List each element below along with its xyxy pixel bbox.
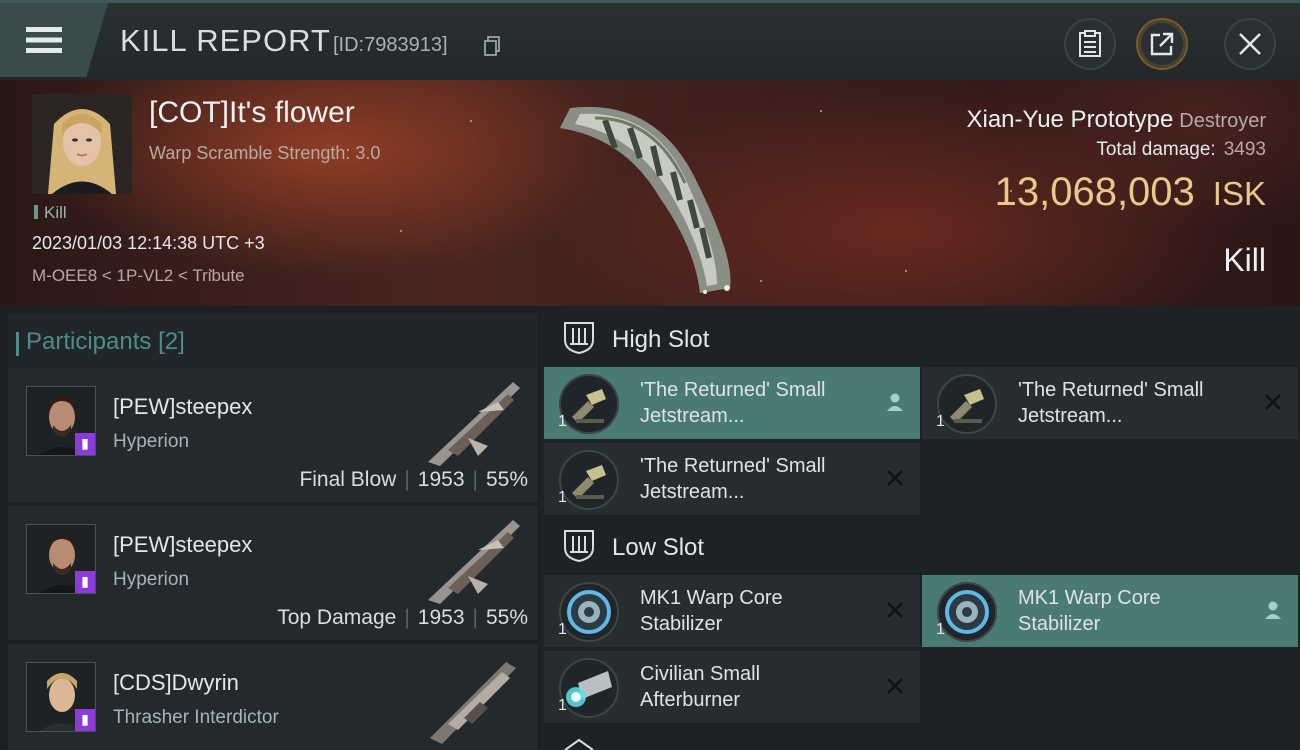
- participant-ship-image[interactable]: [418, 648, 528, 744]
- participant-row[interactable]: ▮ [PEW]steepex Hyperion Final Blow | 1953 |…: [8, 368, 538, 502]
- participant-damage: 1953: [417, 606, 465, 629]
- participant-percent: 55%: [485, 468, 528, 491]
- module-name: MK1 Warp Core Stabilizer: [1018, 587, 1161, 635]
- module-quantity: 1: [558, 413, 567, 430]
- participant-ship-image[interactable]: [418, 510, 528, 606]
- warp-scramble-strength: Warp Scramble Strength: 3.0: [149, 143, 381, 163]
- corp-badge-icon: ▮: [75, 571, 95, 593]
- cannon-icon: [559, 450, 619, 510]
- victim-ship-image[interactable]: [535, 88, 755, 298]
- high-slot-icon: [564, 322, 594, 355]
- module-quantity: 1: [936, 621, 945, 638]
- low-slot-label: Low Slot: [612, 534, 705, 561]
- participant-role: Top Damage: [277, 606, 397, 629]
- avatar[interactable]: ▮: [26, 662, 96, 732]
- copy-icon[interactable]: [484, 36, 500, 56]
- victim-portrait[interactable]: [32, 94, 132, 194]
- corp-badge-icon: ▮: [75, 709, 95, 731]
- kill-banner: [COT]It's flower Warp Scramble Strength:…: [0, 80, 1300, 306]
- kill-location[interactable]: M-OEE8 < 1P-VL2 < Tribute: [32, 266, 245, 286]
- menu-icon: [26, 27, 62, 53]
- kill-type: Kill: [1223, 242, 1266, 278]
- participant-name[interactable]: [PEW]steepex: [113, 394, 252, 420]
- person-icon[interactable]: [884, 391, 906, 413]
- share-icon: [1150, 32, 1174, 56]
- close-icon: [1239, 33, 1261, 55]
- high-slot-label: High Slot: [612, 326, 710, 353]
- warp-core-icon: [937, 582, 997, 642]
- total-damage-value: 3493: [1223, 139, 1266, 160]
- cannon-icon: [559, 374, 619, 434]
- module-item[interactable]: 1 'The Returned' Small Jetstream...: [544, 443, 920, 515]
- participant-ship: Hyperion: [113, 431, 190, 452]
- victim-ship[interactable]: Xian-Yue Prototype Destroyer: [966, 106, 1266, 134]
- share-button[interactable]: [1136, 18, 1188, 70]
- module-name: 'The Returned' Small Jetstream...: [640, 455, 826, 503]
- victim-ship-name: Xian-Yue Prototype: [966, 106, 1174, 133]
- participant-ship-image[interactable]: [418, 372, 528, 468]
- module-name: MK1 Warp Core Stabilizer: [640, 587, 783, 635]
- module-name: 'The Returned' Small Jetstream...: [1018, 379, 1204, 427]
- x-icon[interactable]: [884, 599, 906, 621]
- participant-name[interactable]: [CDS]Dwyrin: [113, 670, 239, 696]
- slot-header-partial-icon: [564, 738, 594, 750]
- high-slot-header: High Slot: [562, 320, 709, 360]
- module-item[interactable]: 1 Civilian Small Afterburner: [544, 651, 920, 723]
- kill-datetime: 2023/01/03 12:14:38 UTC +3: [32, 233, 265, 253]
- participant-stats: Top Damage | 1953 | 55%: [277, 606, 528, 629]
- participant-damage: 1953: [417, 468, 465, 491]
- participants-panel: Participants [2] ▮ [PEW]steepex Hyperion…: [0, 306, 540, 750]
- participant-row[interactable]: ▮ [PEW]steepex Hyperion Top Damage | 1953 |…: [8, 506, 538, 640]
- module-quantity: 1: [558, 489, 567, 506]
- participants-title: Participants [2]: [16, 328, 185, 356]
- afterburner-icon: [559, 658, 619, 718]
- low-slot-header: Low Slot: [562, 528, 704, 568]
- page-title: KILL REPORT: [120, 23, 331, 58]
- person-icon[interactable]: [1262, 599, 1284, 621]
- close-button[interactable]: [1224, 18, 1276, 70]
- participant-row[interactable]: ▮ [CDS]Dwyrin Thrasher Interdictor: [8, 644, 538, 750]
- module-quantity: 1: [558, 621, 567, 638]
- warp-core-icon: [559, 582, 619, 642]
- x-icon[interactable]: [884, 467, 906, 489]
- participant-stats: Final Blow | 1953 | 55%: [299, 468, 528, 491]
- top-bar: KILL REPORT [ID:7983913]: [0, 0, 1300, 80]
- low-slot-icon: [564, 530, 594, 563]
- victim-name[interactable]: [COT]It's flower: [149, 96, 355, 130]
- avatar[interactable]: ▮: [26, 386, 96, 456]
- participant-ship: Thrasher Interdictor: [113, 707, 279, 728]
- x-icon[interactable]: [884, 675, 906, 697]
- isk-amount: 13,068,003: [994, 170, 1195, 214]
- avatar[interactable]: ▮: [26, 524, 96, 594]
- clipboard-icon: [1079, 30, 1101, 57]
- report-id: [ID:7983913]: [333, 34, 448, 56]
- victim-ship-class: Destroyer: [1179, 110, 1266, 132]
- x-icon[interactable]: [1262, 391, 1284, 413]
- module-quantity: 1: [558, 697, 567, 714]
- participants-header: Participants [2]: [8, 314, 538, 368]
- participant-name[interactable]: [PEW]steepex: [113, 532, 252, 558]
- cannon-icon: [937, 374, 997, 434]
- module-item[interactable]: 1 MK1 Warp Core Stabilizer: [922, 575, 1298, 647]
- participant-role: Final Blow: [299, 468, 397, 491]
- total-damage-label: Total damage:: [1096, 139, 1216, 160]
- participant-percent: 55%: [485, 606, 528, 629]
- isk-unit: ISK: [1212, 175, 1266, 212]
- kill-tag: Kill: [34, 203, 67, 223]
- module-name: Civilian Small Afterburner: [640, 663, 761, 711]
- isk-value: 13,068,003 ISK: [995, 170, 1266, 215]
- module-item[interactable]: 1 MK1 Warp Core Stabilizer: [544, 575, 920, 647]
- corp-badge-icon: ▮: [75, 433, 95, 455]
- module-quantity: 1: [936, 413, 945, 430]
- module-name: 'The Returned' Small Jetstream...: [640, 379, 826, 427]
- menu-button[interactable]: [0, 3, 108, 77]
- clipboard-button[interactable]: [1064, 18, 1116, 70]
- module-item[interactable]: 1 'The Returned' Small Jetstream...: [544, 367, 920, 439]
- module-item[interactable]: 1 'The Returned' Small Jetstream...: [922, 367, 1298, 439]
- participants-count: [2]: [158, 328, 185, 355]
- fitting-panel: High Slot 1 'The Returned' Small Jetstre…: [540, 306, 1300, 750]
- participant-ship: Hyperion: [113, 569, 190, 590]
- total-damage: Total damage: 3493: [1096, 139, 1266, 161]
